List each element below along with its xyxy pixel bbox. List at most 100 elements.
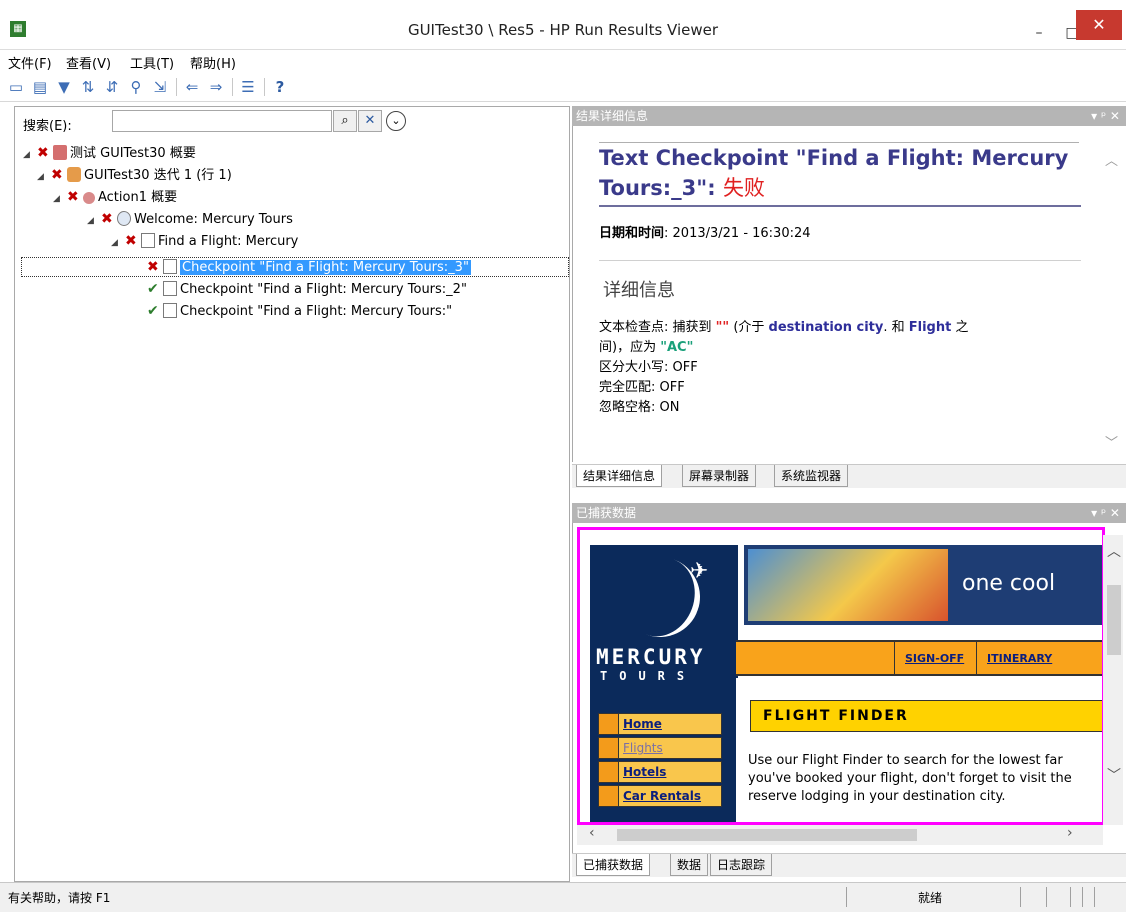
expand-toggle-icon[interactable]: ◢ <box>111 233 125 253</box>
tree-node-page[interactable]: ◢ ✖ Find a Flight: Mercury <box>111 231 298 253</box>
tree-node-label: Action1 概要 <box>98 190 178 205</box>
title-underline <box>599 205 1081 207</box>
pane-controls-icon[interactable]: ▾ ᵖ ✕ <box>1091 503 1120 523</box>
list-icon[interactable]: ☰ <box>238 77 258 97</box>
tree-node-checkpoint-3[interactable]: ✖ Checkpoint "Find a Flight: Mercury Tour… <box>147 257 471 279</box>
tree-node-test[interactable]: ◢ ✖ 测试 GUITest30 概要 <box>23 143 196 165</box>
fail-status-icon: ✖ <box>67 189 79 205</box>
tab-log-tracking[interactable]: 日志跟踪 <box>710 854 773 876</box>
checkpoint-icon <box>163 303 177 318</box>
detail-line: 间)，应为 "AC" <box>599 338 1069 358</box>
iteration-icon <box>67 167 81 182</box>
help-icon[interactable]: ? <box>270 77 290 97</box>
collapse-icon[interactable]: ⇵ <box>102 77 122 97</box>
title-bar: ▦ GUITest30 \ Res5 - HP Run Results View… <box>0 0 1126 50</box>
date-label: 日期和时间 <box>599 226 665 241</box>
toolbar-separator <box>176 78 177 96</box>
site-sidebar: ✈ MERCURY TOURS Home Flights Hotels Car … <box>590 545 738 822</box>
scrollbar-thumb[interactable] <box>617 829 917 841</box>
tree-node-label: Checkpoint "Find a Flight: Mercury Tours… <box>180 282 467 297</box>
results-tree-pane: 搜索(E): ⌕ ✕ ⌄ ◢ ✖ 测试 GUITest30 概要 ◢ ✖ GUITest… <box>14 106 570 882</box>
nav-link-itinerary: ITINERARY <box>976 642 1062 676</box>
expand-toggle-icon[interactable]: ◢ <box>37 167 51 187</box>
tab-data[interactable]: 数据 <box>670 854 709 876</box>
between-text-1: destination city <box>768 320 884 335</box>
vertical-scrollbar[interactable]: ︿ ﹀ <box>1103 535 1123 825</box>
pass-status-icon: ✔ <box>147 303 159 319</box>
detail-text: (介于 <box>729 320 769 335</box>
detail-text: . 和 <box>883 320 909 335</box>
match-case-line: 区分大小写: OFF <box>599 360 698 375</box>
airplane-icon: ✈ <box>690 559 709 584</box>
scroll-down-icon[interactable]: ﹀ <box>1107 765 1121 785</box>
scroll-up-icon[interactable]: ︿ <box>1105 150 1118 169</box>
site-content: FLIGHT FINDER Use our Flight Finder to s… <box>736 678 1102 822</box>
test-icon <box>53 145 67 160</box>
expand-toggle-icon[interactable]: ◢ <box>87 211 101 231</box>
result-status: 失败 <box>722 176 765 200</box>
search-input[interactable] <box>112 110 332 132</box>
detail-text: 文本检查点: 捕获到 <box>599 320 716 335</box>
divider <box>599 260 1081 261</box>
search-options-icon[interactable]: ⌄ <box>386 111 406 131</box>
horizontal-scrollbar[interactable]: ‹ › <box>577 825 1103 845</box>
tab-result-details[interactable]: 结果详细信息 <box>576 465 663 487</box>
close-button[interactable]: ✕ <box>1076 10 1122 40</box>
search-icon[interactable]: ⌕ <box>333 110 357 132</box>
scroll-up-icon[interactable]: ︿ <box>1107 541 1121 561</box>
scrollbar-thumb[interactable] <box>1107 585 1121 655</box>
expand-icon[interactable]: ⇅ <box>78 77 98 97</box>
nav-link-hotels: Hotels <box>623 765 667 779</box>
open-icon[interactable]: ▭ <box>6 77 26 97</box>
menu-file[interactable]: 文件(F) <box>8 53 52 72</box>
status-separator <box>1046 887 1047 907</box>
checkpoint-icon <box>163 281 177 296</box>
site-nav-item: Hotels <box>598 761 722 783</box>
result-title-text: Text Checkpoint "Find a Flight: Mercury … <box>599 146 1069 200</box>
forward-icon[interactable]: ⇒ <box>206 77 226 97</box>
fail-status-icon: ✖ <box>51 167 63 183</box>
menu-help[interactable]: 帮助(H) <box>190 53 236 72</box>
nav-link-home: Home <box>623 717 662 731</box>
detail-text: 之 <box>951 320 969 335</box>
tree-node-iteration[interactable]: ◢ ✖ GUITest30 迭代 1 (行 1) <box>37 165 232 187</box>
tree-node-browser[interactable]: ◢ ✖ Welcome: Mercury Tours <box>87 209 293 231</box>
tree-node-checkpoint-1[interactable]: ✔ Checkpoint "Find a Flight: Mercury Tour… <box>147 301 452 323</box>
tree-node-action[interactable]: ◢ ✖ Action1 概要 <box>53 187 177 209</box>
expand-toggle-icon[interactable]: ◢ <box>23 145 37 165</box>
tree-node-label: Checkpoint "Find a Flight: Mercury Tours… <box>180 260 471 275</box>
result-details-pane: Text Checkpoint "Find a Flight: Mercury … <box>572 126 1126 462</box>
scroll-right-icon[interactable]: › <box>1067 825 1073 841</box>
export-icon[interactable]: ⇲ <box>150 77 170 97</box>
pane-title: 结果详细信息 <box>576 109 649 123</box>
scroll-down-icon[interactable]: ﹀ <box>1105 432 1118 451</box>
menu-tools[interactable]: 工具(T) <box>130 53 174 72</box>
pane-controls-icon[interactable]: ▾ ᵖ ✕ <box>1091 106 1120 126</box>
clear-search-icon[interactable]: ✕ <box>358 110 382 132</box>
exact-match-line: 完全匹配: OFF <box>599 380 685 395</box>
tab-captured-data[interactable]: 已捕获数据 <box>576 854 651 876</box>
tab-system-monitor[interactable]: 系统监视器 <box>774 465 849 487</box>
tree-node-label: GUITest30 迭代 1 (行 1) <box>84 168 232 183</box>
site-nav-item: Car Rentals <box>598 785 722 807</box>
status-separator <box>846 887 847 907</box>
find-icon[interactable]: ⚲ <box>126 77 146 97</box>
description-line: reserve lodging in your destination city… <box>748 789 1006 804</box>
scroll-left-icon[interactable]: ‹ <box>589 825 595 841</box>
menu-view[interactable]: 查看(V) <box>66 53 111 72</box>
expand-toggle-icon[interactable]: ◢ <box>53 189 67 209</box>
result-details-header: 结果详细信息 ▾ ᵖ ✕ <box>572 106 1126 126</box>
status-separator <box>1082 887 1083 907</box>
banner-photo <box>748 549 948 621</box>
checkpoint-details: 文本检查点: 捕获到 "" (介于 destination city. 和 Fl… <box>599 318 1069 418</box>
back-icon[interactable]: ⇐ <box>182 77 202 97</box>
tab-screen-recorder[interactable]: 屏幕录制器 <box>682 465 757 487</box>
status-bar: 有关帮助，请按 F1 就绪 <box>0 882 1126 912</box>
filter-icon[interactable]: ▼ <box>54 77 74 97</box>
print-icon[interactable]: ▤ <box>30 77 50 97</box>
tree-node-label: Welcome: Mercury Tours <box>134 212 293 227</box>
tree-node-checkpoint-2[interactable]: ✔ Checkpoint "Find a Flight: Mercury Tour… <box>147 279 467 301</box>
nav-link-sign-off: SIGN-OFF <box>894 642 974 676</box>
captured-value: "" <box>715 320 730 335</box>
nav-link-car-rentals: Car Rentals <box>623 789 702 803</box>
